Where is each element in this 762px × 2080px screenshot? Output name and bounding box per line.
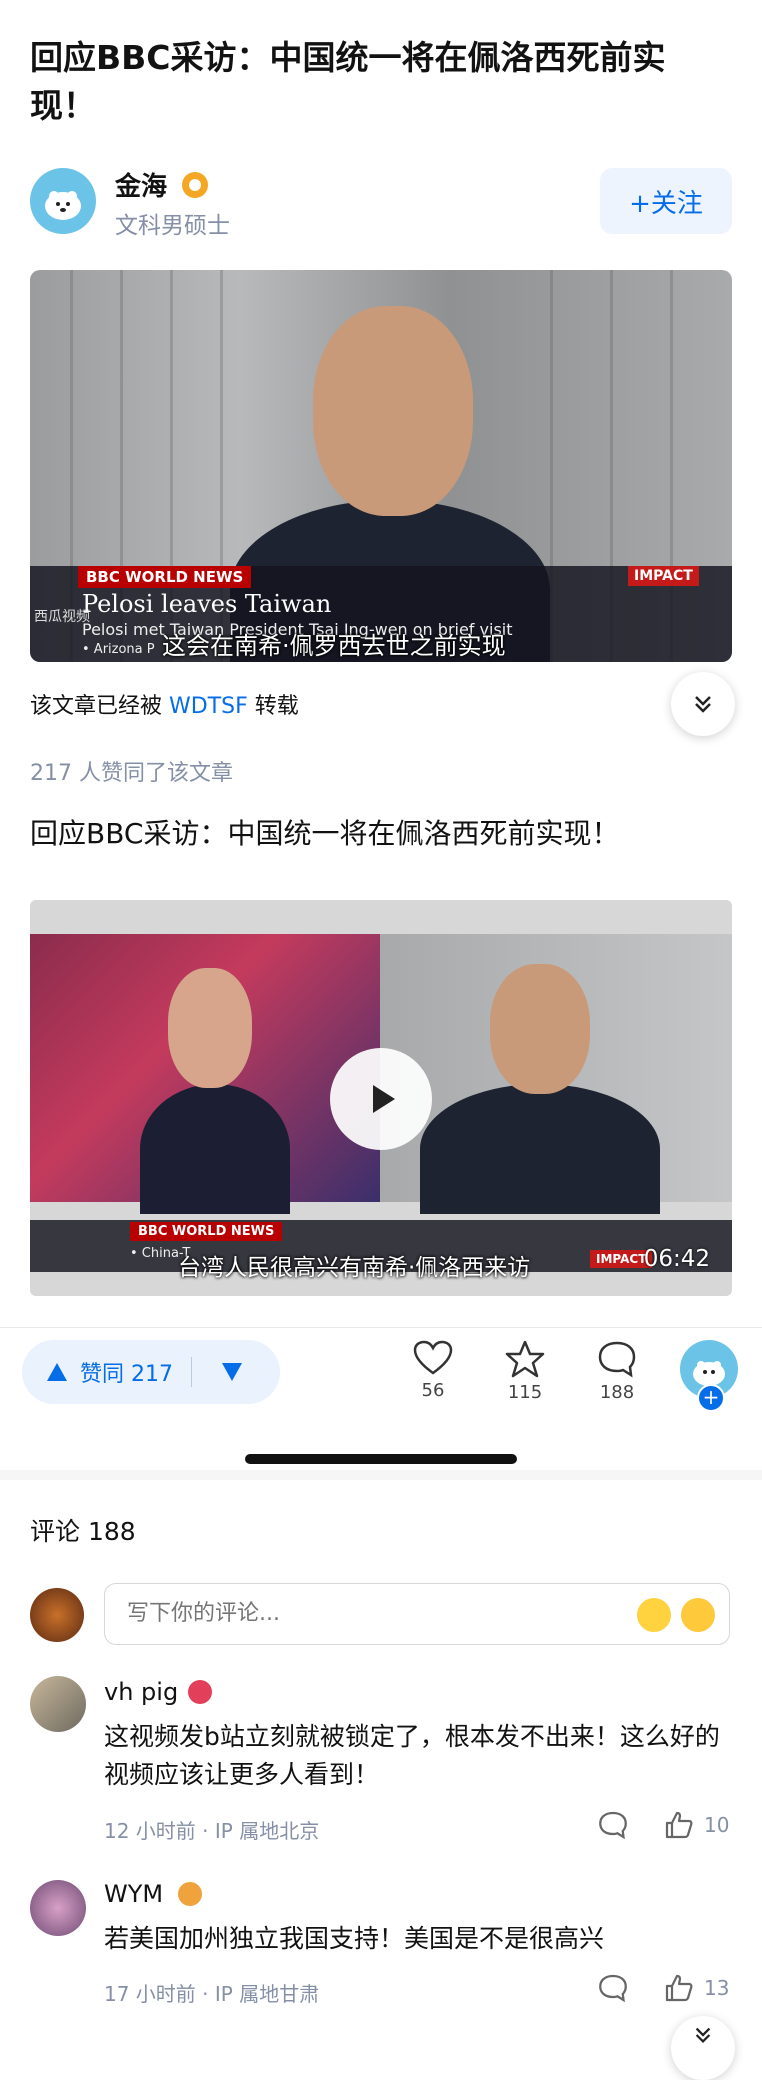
likes-count-line[interactable]: 217 人赞同了该文章	[30, 755, 233, 787]
comment-count: 188	[599, 1382, 635, 1403]
plus-icon[interactable]: +	[697, 1384, 725, 1412]
heart-icon	[413, 1340, 453, 1375]
repost-prefix: 该文章已经被	[30, 694, 163, 719]
comments-title: 评论 188	[30, 1517, 136, 1546]
reply-button[interactable]	[598, 1973, 628, 2003]
video-caption: 台湾人民很高兴有南希·佩洛西来访	[178, 1255, 531, 1281]
double-chevron-down-icon	[695, 696, 711, 713]
like-action[interactable]: 56	[398, 1340, 468, 1401]
thumbs-up-icon	[665, 1811, 693, 1839]
follow-button[interactable]: +关注	[600, 168, 732, 234]
praise-emoji-icon[interactable]	[681, 1598, 715, 1632]
video-headline: Pelosi leaves Taiwan	[82, 590, 332, 618]
vote-pill: 赞同 217	[22, 1340, 280, 1404]
comment-input-box[interactable]	[104, 1583, 730, 1645]
collapse-button[interactable]	[671, 672, 735, 736]
video-anchor-frame	[30, 934, 380, 1214]
comment-like-button[interactable]: 13	[664, 1973, 729, 2003]
bbc-world-news-tag: BBC WORLD NEWS	[78, 566, 252, 588]
thanks-emoji-icon[interactable]	[637, 1598, 671, 1632]
comment-text: 这视频发b站立刻就被锁定了，根本发不出来！这么好的视频应该让更多人看到！	[104, 1722, 720, 1789]
video-duration: 06:42	[643, 1246, 710, 1272]
video-guest-frame	[380, 934, 732, 1214]
verified-badge-icon	[182, 172, 208, 198]
repost-notice: 该文章已经被 WDTSF 转载	[30, 688, 299, 720]
commenter-name[interactable]: WYM	[104, 1880, 163, 1908]
divider	[0, 1327, 762, 1328]
user-badge-icon	[188, 1680, 212, 1704]
embedded-video[interactable]: BBC WORLD NEWS • China-T IMPACT 台湾人民很高兴有…	[30, 900, 732, 1296]
comment-action[interactable]: 188	[582, 1340, 652, 1403]
triangle-down-icon	[222, 1363, 242, 1381]
favorite-count: 115	[507, 1382, 543, 1403]
my-avatar[interactable]	[30, 1588, 84, 1642]
comment-bubble-icon	[599, 1974, 627, 2003]
comment-like-count: 13	[704, 1976, 730, 2000]
home-indicator	[245, 1454, 517, 1464]
reply-button[interactable]	[598, 1810, 628, 1840]
comment-input[interactable]	[125, 1600, 549, 1627]
comment-like-button[interactable]: 10	[664, 1810, 729, 1840]
video-ticker: • Arizona P	[82, 642, 155, 657]
comment-like-count: 10	[704, 1813, 730, 1837]
vote-down-button[interactable]	[192, 1340, 272, 1404]
article-video-cover[interactable]: BBC WORLD NEWS IMPACT 西瓜视频 Pelosi leaves…	[30, 270, 732, 662]
comment-bubble-icon	[598, 1341, 636, 1378]
play-icon[interactable]	[330, 1048, 432, 1150]
user-badge-icon	[178, 1882, 202, 1906]
star-icon	[505, 1340, 545, 1378]
like-count: 56	[421, 1380, 445, 1401]
expand-comments-button[interactable]	[671, 2016, 735, 2080]
bbc-world-news-tag: BBC WORLD NEWS	[130, 1222, 283, 1241]
repost-user-link[interactable]: WDTSF	[169, 694, 248, 719]
thumbs-up-icon	[665, 1974, 693, 2002]
article-title: 回应BBC采访：中国统一将在佩洛西死前实现！	[30, 38, 666, 125]
section-separator	[0, 1470, 762, 1480]
double-chevron-down-icon	[695, 2027, 711, 2044]
comment-meta: 17 小时前 · IP 属地甘肃	[104, 1982, 320, 2006]
video-caption: 这会在南希·佩罗西去世之前实现	[162, 632, 506, 660]
comment-text: 若美国加州独立我国支持！美国是不是很高兴	[104, 1924, 605, 1953]
comment-bubble-icon	[599, 1811, 627, 1840]
vote-up-button[interactable]: 赞同 217	[22, 1340, 173, 1404]
favorite-action[interactable]: 115	[490, 1340, 560, 1403]
commenter-avatar[interactable]	[30, 1676, 86, 1732]
vote-up-label: 赞同 217	[80, 1362, 173, 1387]
commenter-avatar[interactable]	[30, 1880, 86, 1936]
article-body-text: 回应BBC采访：中国统一将在佩洛西死前实现！	[30, 817, 620, 850]
commenter-name[interactable]: vh pig	[104, 1678, 178, 1706]
comment-meta: 12 小时前 · IP 属地北京	[104, 1819, 320, 1843]
author-avatar[interactable]	[30, 168, 96, 234]
triangle-up-icon	[47, 1363, 67, 1381]
repost-suffix: 转载	[254, 694, 299, 719]
author-subtitle: 文科男硕士	[115, 213, 230, 239]
impact-tag: IMPACT	[628, 566, 699, 586]
author-name[interactable]: 金海	[115, 166, 167, 203]
